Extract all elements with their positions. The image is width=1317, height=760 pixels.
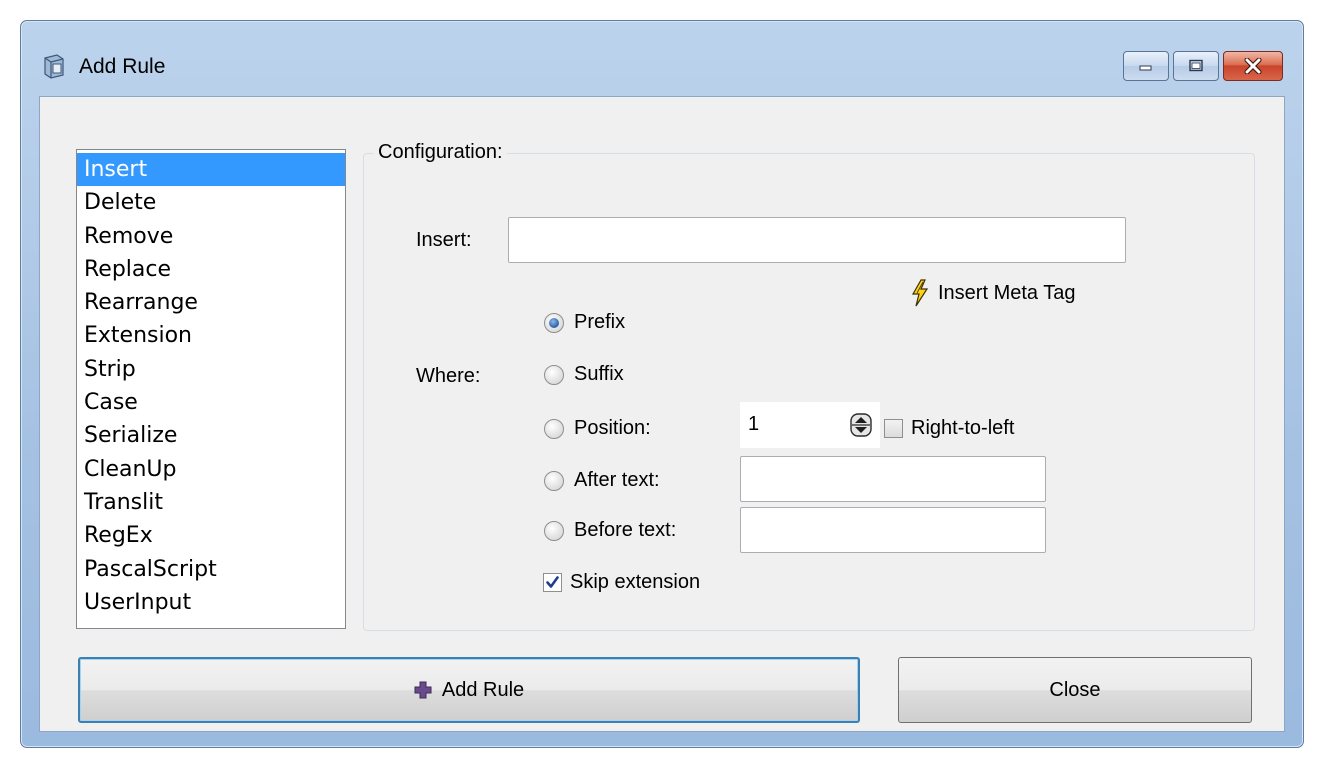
rule-list-item[interactable]: Serialize [77, 419, 345, 452]
after-text-radio[interactable] [544, 470, 564, 491]
maximize-icon [1189, 59, 1203, 72]
position-spinner[interactable]: 1 [740, 402, 880, 448]
rule-list-item[interactable]: UserInput [77, 586, 345, 619]
after-text-option[interactable]: After text: [544, 469, 660, 492]
add-rule-label: Add Rule [441, 678, 525, 701]
app-icon [44, 54, 64, 79]
right-to-left-checkbox[interactable] [884, 419, 903, 438]
plus-icon [414, 681, 432, 699]
position-option[interactable]: Position: [544, 417, 651, 440]
checkmark-icon [546, 576, 559, 588]
insert-label: Insert: [416, 229, 472, 251]
right-to-left-label: Right-to-left [911, 417, 1015, 439]
rule-list-item[interactable]: Remove [77, 220, 345, 253]
rule-list-item[interactable]: Insert [77, 153, 345, 187]
minimize-button[interactable] [1123, 51, 1169, 81]
rule-list-item[interactable]: CleanUp [77, 453, 345, 486]
close-window-button[interactable] [1223, 51, 1283, 81]
before-text-label: Before text: [574, 519, 677, 541]
position-label: Position: [574, 417, 651, 439]
insert-meta-tag-label: Insert Meta Tag [938, 281, 1076, 304]
skip-extension-checkbox[interactable] [543, 573, 562, 592]
prefix-label: Prefix [574, 311, 626, 333]
minimize-icon [1139, 65, 1152, 71]
rule-list[interactable]: Insert Delete Remove Replace Rearrange Extens… [76, 149, 346, 629]
dialog-client-area: Insert Delete Remove Replace Rearrange Extens… [39, 96, 1285, 732]
insert-meta-tag-link[interactable]: Insert Meta Tag [910, 279, 1075, 307]
rule-list-item[interactable]: Delete [77, 186, 345, 219]
close-button[interactable]: Close [898, 657, 1252, 723]
close-icon [1244, 58, 1262, 74]
before-text-option[interactable]: Before text: [544, 519, 676, 542]
after-text-input[interactable] [740, 456, 1046, 502]
rule-list-item[interactable]: Strip [77, 353, 345, 386]
suffix-label: Suffix [574, 363, 624, 385]
lightning-icon [911, 279, 929, 307]
configuration-label: Configuration: [374, 141, 507, 164]
suffix-radio[interactable] [544, 364, 564, 385]
rule-list-item[interactable]: Extension [77, 319, 345, 352]
spin-updown-icon[interactable] [850, 413, 872, 437]
rule-list-item[interactable]: Rearrange [77, 286, 345, 319]
add-rule-window: Add Rule Insert Delete Remove Replace Re… [20, 20, 1304, 748]
suffix-option[interactable]: Suffix [544, 363, 624, 386]
maximize-button[interactable] [1173, 51, 1219, 81]
insert-input[interactable] [508, 217, 1126, 263]
skip-extension-option[interactable]: Skip extension [543, 571, 700, 594]
before-text-input[interactable] [740, 507, 1046, 553]
right-to-left-option[interactable]: Right-to-left [884, 417, 1014, 440]
rule-list-item[interactable]: Translit [77, 486, 345, 519]
after-text-label: After text: [574, 469, 660, 491]
before-text-radio[interactable] [544, 520, 564, 541]
window-title: Add Rule [79, 55, 166, 78]
position-value: 1 [748, 413, 760, 435]
position-radio[interactable] [544, 418, 564, 439]
where-label: Where: [416, 365, 481, 387]
close-label: Close [1049, 678, 1101, 701]
add-rule-button[interactable]: Add Rule [78, 657, 860, 723]
rule-list-item[interactable]: RegEx [77, 519, 345, 552]
rule-list-item[interactable]: Replace [77, 253, 345, 286]
prefix-option[interactable]: Prefix [544, 311, 625, 334]
rule-list-item[interactable]: PascalScript [77, 553, 345, 586]
title-bar[interactable]: Add Rule [21, 21, 1303, 95]
window-controls [1123, 51, 1283, 81]
prefix-radio[interactable] [544, 312, 564, 333]
skip-extension-label: Skip extension [570, 571, 701, 593]
rule-list-item[interactable]: Case [77, 386, 345, 419]
